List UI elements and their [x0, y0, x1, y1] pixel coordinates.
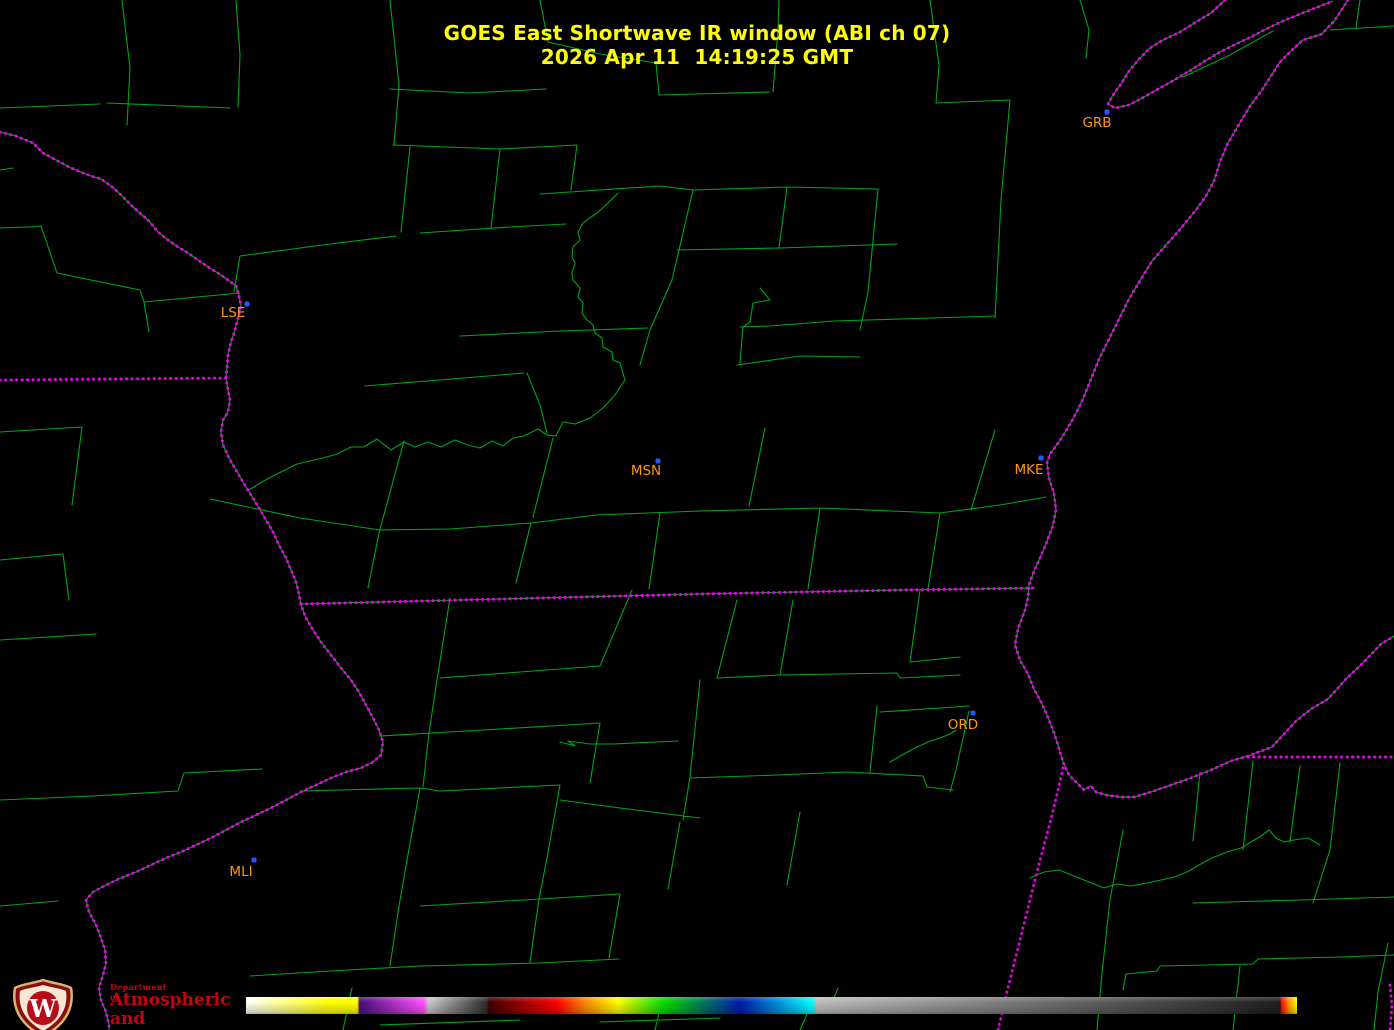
- station-label-ord: ORD: [948, 718, 978, 733]
- uw-crest-icon: W: [8, 979, 78, 1030]
- station-label-lse: LSE: [221, 306, 246, 321]
- station-label-mke: MKE: [1014, 463, 1043, 478]
- uw-monogram: W: [29, 994, 58, 1023]
- station-dot-ord: [971, 711, 976, 716]
- logo-name-line1: Atmospheric: [110, 991, 230, 1010]
- station-dot-mli: [252, 858, 257, 863]
- border-wi-il: [301, 588, 1035, 604]
- station-dot-mke: [1039, 456, 1044, 461]
- satellite-map: GOES East Shortwave IR window (ABI ch 07…: [0, 0, 1394, 1030]
- station-label-grb: GRB: [1082, 116, 1111, 131]
- station-label-mli: MLI: [229, 865, 252, 880]
- map-timestamp: 2026 Apr 11 14:19:25 GMT: [0, 45, 1394, 69]
- map-title: GOES East Shortwave IR window (ABI ch 07…: [0, 21, 1394, 45]
- border-mn-ia: [0, 378, 226, 380]
- color-scale-bar: [246, 997, 1297, 1014]
- station-markers: [245, 110, 1110, 863]
- river-lines: [247, 193, 1320, 888]
- state-borders: [0, 0, 1394, 1030]
- border-corner-se: [1390, 985, 1392, 1030]
- station-label-msn: MSN: [631, 464, 661, 479]
- border-il-in: [998, 768, 1063, 1030]
- map-canvas: [0, 0, 1394, 1030]
- station-dot-grb: [1105, 110, 1110, 115]
- shorelines: [0, 0, 1394, 1030]
- county-boundaries: [0, 0, 1394, 1030]
- logo-name-line2: and Oceanic Sciences: [110, 1010, 193, 1030]
